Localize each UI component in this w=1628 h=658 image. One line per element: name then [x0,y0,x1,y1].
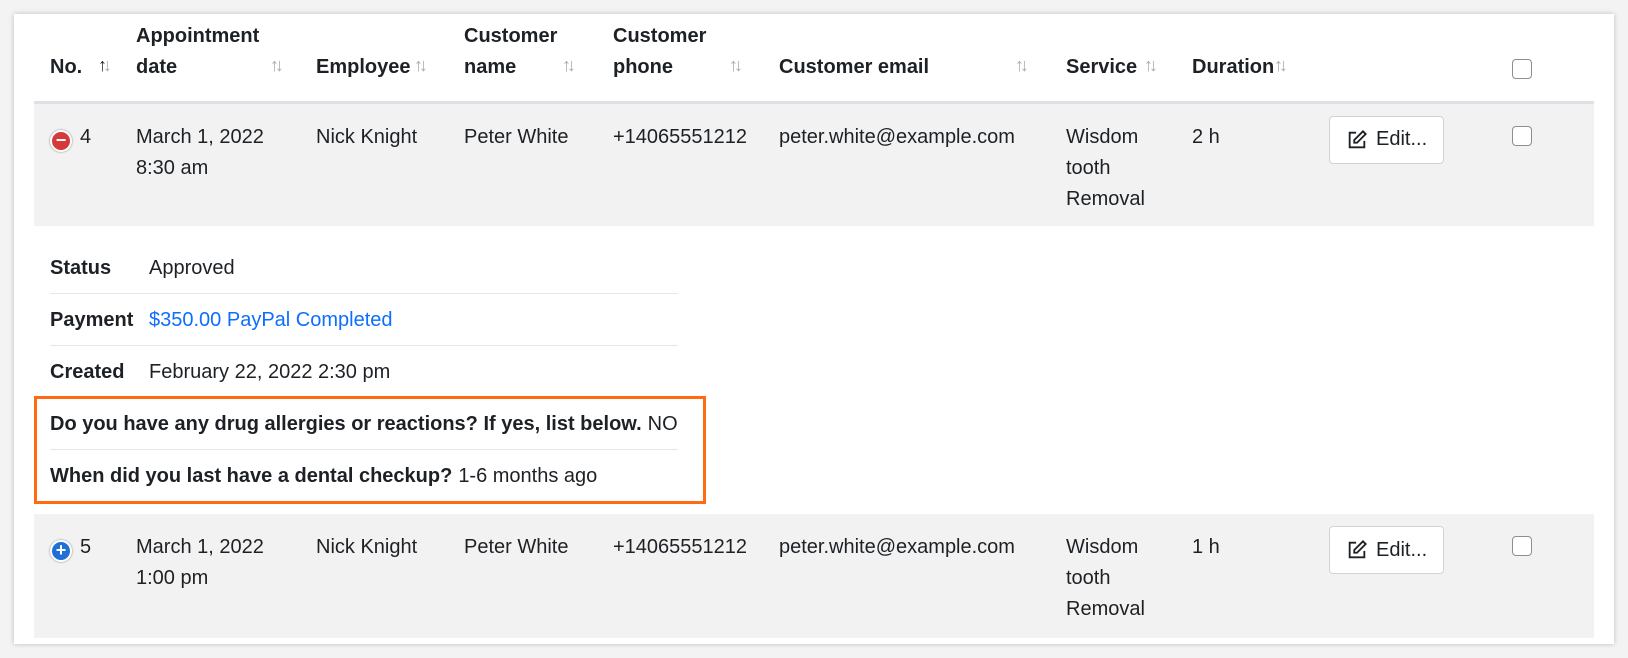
cell-employee: Nick Knight [300,102,448,226]
sort-arrows-icon[interactable]: ↑↓ [729,50,743,81]
detail-created: Created February 22, 2022 2:30 pm [50,346,678,398]
cell-appointment-date: March 1, 2022 8:30 am [120,102,300,226]
cell-customer-email: peter.white@example.com [763,102,1050,226]
payment-link[interactable]: $350.00 PayPal Completed [149,305,393,335]
cell-actions: Edit... [1313,514,1471,638]
appointments-card: No. ↑↓ Appointment date ↑↓ Employee ↑↓ C… [14,14,1614,644]
sort-arrows-icon[interactable]: ↑↓ [562,50,576,81]
sort-arrows-icon[interactable]: ↑↓ [1015,50,1029,81]
column-header-customer-email[interactable]: Customer email ↑↓ [763,14,1050,104]
cell-customer-phone: +14065551212 [597,514,763,638]
cell-duration: 1 h [1176,514,1313,638]
cell-duration: 2 h [1176,102,1313,226]
minus-circle-icon[interactable]: − [50,129,72,152]
column-header-no[interactable]: No. ↑↓ [34,14,120,104]
column-header-customer-phone[interactable]: Customer phone ↑↓ [597,14,763,104]
table-header-row: No. ↑↓ Appointment date ↑↓ Employee ↑↓ C… [34,14,1594,104]
cell-customer-name: Peter White [448,102,597,226]
row-select-checkbox[interactable] [1512,536,1532,556]
row-select-checkbox[interactable] [1512,125,1532,146]
table-row: −4 March 1, 2022 8:30 am Nick Knight Pet… [34,102,1594,226]
column-header-appointment-date[interactable]: Appointment date ↑↓ [120,14,300,104]
column-header-customer-name[interactable]: Customer name ↑↓ [448,14,597,104]
cell-employee: Nick Knight [300,514,448,638]
detail-payment: Payment $350.00 PayPal Completed [50,294,678,346]
column-header-actions [1313,14,1471,104]
sort-arrows-icon[interactable]: ↑↓ [1144,50,1158,81]
cell-service: Wisdom tooth Removal [1050,514,1176,638]
pencil-square-icon [1348,129,1368,148]
question-item: Do you have any drug allergies or reacti… [50,398,678,450]
cell-customer-phone: +14065551212 [597,102,763,226]
table-row: +5 March 1, 2022 1:00 pm Nick Knight Pet… [34,514,1594,638]
cell-actions: Edit... [1313,102,1471,226]
appointments-table: No. ↑↓ Appointment date ↑↓ Employee ↑↓ C… [34,14,1594,638]
cell-no: −4 [34,102,120,226]
cell-customer-email: peter.white@example.com [763,514,1050,638]
cell-customer-name: Peter White [448,514,597,638]
cell-select [1471,102,1594,226]
cell-select [1471,514,1594,638]
appointment-details: Status Approved Payment $350.00 PayPal C… [34,226,1594,514]
cell-no: +5 [34,514,120,638]
pencil-square-icon [1348,539,1368,559]
column-header-employee[interactable]: Employee ↑↓ [300,14,448,104]
sort-arrows-icon[interactable]: ↑↓ [414,50,428,81]
sort-ascending-icon[interactable]: ↑↓ [98,50,112,81]
custom-questions: Do you have any drug allergies or reacti… [50,398,678,502]
sort-arrows-icon[interactable]: ↑↓ [1274,50,1288,81]
row-detail: Status Approved Payment $350.00 PayPal C… [34,226,1594,514]
column-header-service[interactable]: Service ↑↓ [1050,14,1176,104]
column-header-duration[interactable]: Duration ↑↓ [1176,14,1313,104]
sort-arrows-icon[interactable]: ↑↓ [270,50,284,81]
plus-circle-icon[interactable]: + [50,540,72,562]
column-header-select [1471,14,1594,104]
edit-button[interactable]: Edit... [1329,526,1445,574]
select-all-checkbox[interactable] [1512,58,1532,79]
cell-appointment-date: March 1, 2022 1:00 pm [120,514,300,638]
question-item: When did you last have a dental checkup?… [50,465,598,487]
detail-status: Status Approved [50,242,678,294]
cell-service: Wisdom tooth Removal [1050,102,1176,226]
edit-button[interactable]: Edit... [1329,115,1445,164]
